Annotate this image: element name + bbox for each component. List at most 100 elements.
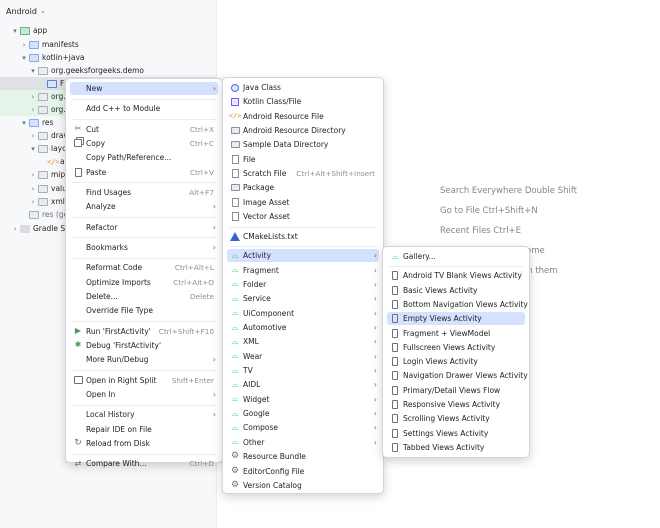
menu-item-reformat-code[interactable]: Reformat Code Ctrl+Alt+L: [70, 261, 218, 274]
menu-item-wear[interactable]: ⌓ Wear ›: [227, 350, 379, 363]
menu-item-version-catalog[interactable]: ⚙ Version Catalog: [227, 479, 379, 492]
chevron-right-icon[interactable]: ›: [29, 106, 37, 114]
menu-item-uicomponent[interactable]: ⌓ UiComponent ›: [227, 307, 379, 320]
chevron-down-icon[interactable]: ▾: [20, 54, 28, 62]
chevron-right-icon[interactable]: ›: [11, 225, 19, 233]
tree-node-label: res: [42, 118, 54, 127]
menu-item-fullscreen-views-activity[interactable]: Fullscreen Views Activity: [387, 341, 525, 354]
menu-item-image-asset[interactable]: Image Asset: [227, 196, 379, 209]
menu-item-delete[interactable]: Delete... Delete: [70, 290, 218, 303]
tree-node-kotlin-java[interactable]: ▾ kotlin+java: [0, 51, 216, 64]
menu-item-analyze[interactable]: Analyze ›: [70, 200, 218, 213]
menu-item-refactor[interactable]: Refactor ›: [70, 221, 218, 234]
menu-item-basic-views-activity[interactable]: Basic Views Activity: [387, 284, 525, 297]
project-view-selector[interactable]: Android ⌄: [6, 5, 46, 17]
chevron-down-icon[interactable]: ▾: [11, 27, 19, 35]
menu-item-run-firstactivity[interactable]: ▶ Run 'FirstActivity' Ctrl+Shift+F10: [70, 325, 218, 338]
menu-item-folder[interactable]: ⌓ Folder ›: [227, 278, 379, 291]
menu-item-aidl[interactable]: ⌓ AIDL ›: [227, 378, 379, 391]
menu-item-responsive-views-activity[interactable]: Responsive Views Activity: [387, 398, 525, 411]
menu-item-bookmarks[interactable]: Bookmarks ›: [70, 241, 218, 254]
phone-icon: [390, 442, 400, 452]
menu-item-fragment[interactable]: ⌓ Fragment ›: [227, 264, 379, 277]
menu-item-android-tv-blank-views-activity[interactable]: Android TV Blank Views Activity: [387, 269, 525, 282]
menu-item-debug-firstactivity[interactable]: ✱ Debug 'FirstActivity': [70, 339, 218, 352]
menu-item-tabbed-views-activity[interactable]: Tabbed Views Activity: [387, 441, 525, 454]
menu-item-java-class[interactable]: Java Class: [227, 81, 379, 94]
menu-item-repair-ide-on-file[interactable]: Repair IDE on File: [70, 423, 218, 436]
icon-spacer: [73, 410, 83, 420]
menu-item-open-in[interactable]: Open In ›: [70, 388, 218, 401]
menu-item-navigation-drawer-views-activity[interactable]: Navigation Drawer Views Activity: [387, 369, 528, 382]
menu-item-other[interactable]: ⌓ Other ›: [227, 436, 379, 449]
menu-item-xml[interactable]: ⌓ XML ›: [227, 335, 379, 348]
menu-item-open-in-right-split[interactable]: Open in Right Split Shift+Enter: [70, 374, 218, 387]
resource-file-icon: </>: [229, 111, 242, 121]
chevron-down-icon[interactable]: ▾: [29, 67, 37, 75]
menu-item-compare-with[interactable]: ⇄ Compare With... Ctrl+D: [70, 457, 218, 470]
chevron-right-icon[interactable]: ›: [20, 41, 28, 49]
chevron-right-icon[interactable]: ›: [29, 171, 37, 179]
menu-item-android-resource-file[interactable]: </> Android Resource File: [227, 110, 379, 123]
menu-item-add-c-to-module[interactable]: Add C++ to Module: [70, 102, 218, 115]
phone-icon: [390, 314, 400, 324]
chevron-right-icon: ›: [373, 380, 377, 390]
menu-item-widget[interactable]: ⌓ Widget ›: [227, 393, 379, 406]
menu-item-optimize-imports[interactable]: Optimize Imports Ctrl+Alt+O: [70, 276, 218, 289]
menu-item-compose[interactable]: ⌓ Compose ›: [227, 421, 379, 434]
menu-item-resource-bundle[interactable]: ⚙ Resource Bundle: [227, 450, 379, 463]
phone-icon: [390, 428, 400, 438]
folder-icon: [29, 40, 39, 49]
menu-item-paste[interactable]: Paste Ctrl+V: [70, 166, 218, 179]
tree-node-label: F: [60, 79, 65, 88]
menu-item-primary-detail-views-flow[interactable]: Primary/Detail Views Flow: [387, 384, 525, 397]
menu-item-empty-views-activity[interactable]: Empty Views Activity: [387, 312, 525, 326]
menu-item-automotive[interactable]: ⌓ Automotive ›: [227, 321, 379, 334]
menu-item-login-views-activity[interactable]: Login Views Activity: [387, 355, 525, 368]
menu-item-scrolling-views-activity[interactable]: Scrolling Views Activity: [387, 412, 525, 425]
menu-item-vector-asset[interactable]: Vector Asset: [227, 210, 379, 223]
chevron-right-icon[interactable]: ›: [29, 185, 37, 193]
chevron-right-icon[interactable]: ›: [29, 132, 37, 140]
menu-item-kotlin-class-file[interactable]: Kotlin Class/File: [227, 95, 379, 108]
menu-item-scratch-file[interactable]: Scratch File Ctrl+Alt+Shift+Insert: [227, 167, 379, 180]
menu-item-tv[interactable]: ⌓ TV ›: [227, 364, 379, 377]
project-view-label: Android: [6, 6, 37, 16]
menu-item-gallery[interactable]: ⌓ Gallery...: [387, 250, 525, 263]
chevron-right-icon: ›: [373, 394, 377, 404]
phone-icon: [390, 385, 400, 395]
android-icon: ⌓: [230, 437, 240, 447]
menu-item-package[interactable]: Package: [227, 181, 379, 194]
chevron-down-icon[interactable]: ▾: [29, 145, 37, 153]
chevron-right-icon[interactable]: ›: [29, 93, 37, 101]
menu-item-find-usages[interactable]: Find Usages Alt+F7: [70, 186, 218, 199]
menu-item-settings-views-activity[interactable]: Settings Views Activity: [387, 427, 525, 440]
chevron-down-icon[interactable]: ▾: [20, 119, 28, 127]
menu-item-android-resource-directory[interactable]: Android Resource Directory: [227, 124, 379, 137]
menu-item-fragment-viewmodel[interactable]: Fragment + ViewModel: [387, 327, 525, 340]
menu-item-file[interactable]: File: [227, 153, 379, 166]
menu-item-editorconfig-file[interactable]: ⚙ EditorConfig File: [227, 465, 379, 478]
menu-item-bottom-navigation-views-activity[interactable]: Bottom Navigation Views Activity: [387, 298, 528, 311]
menu-item-reload-from-disk[interactable]: ↻ Reload from Disk: [70, 437, 218, 450]
tree-node-manifests[interactable]: › manifests: [0, 38, 216, 51]
menu-item-sample-data-directory[interactable]: Sample Data Directory: [227, 138, 379, 151]
tree-node-org-geeksforgeeks-demo[interactable]: ▾ org.geeksforgeeks.demo: [0, 64, 216, 77]
new-submenu: Java Class Kotlin Class/File </> Android Re…: [222, 77, 384, 494]
menu-item-activity[interactable]: ⌓ Activity ›: [227, 249, 379, 263]
menu-item-google[interactable]: ⌓ Google ›: [227, 407, 379, 420]
chevron-right-icon[interactable]: ›: [29, 198, 37, 206]
menu-item-new[interactable]: New ›: [70, 82, 218, 95]
android-icon-glyph: ⌓: [231, 322, 239, 332]
icon-spacer: [73, 202, 83, 212]
menu-item-cut[interactable]: ✂ Cut Ctrl+X: [70, 123, 218, 136]
menu-item-more-run-debug[interactable]: More Run/Debug ›: [70, 353, 218, 366]
menu-item-copy[interactable]: Copy Ctrl+C: [70, 137, 218, 150]
menu-item-service[interactable]: ⌓ Service ›: [227, 292, 379, 305]
menu-item-cmakelists-txt[interactable]: CMakeLists.txt: [227, 230, 379, 243]
tree-node-app[interactable]: ▾ app: [0, 24, 216, 37]
menu-item-label: Paste: [86, 167, 107, 177]
menu-item-local-history[interactable]: Local History ›: [70, 408, 218, 421]
menu-item-copy-path-reference[interactable]: Copy Path/Reference...: [70, 151, 218, 164]
menu-item-override-file-type[interactable]: Override File Type: [70, 304, 218, 317]
